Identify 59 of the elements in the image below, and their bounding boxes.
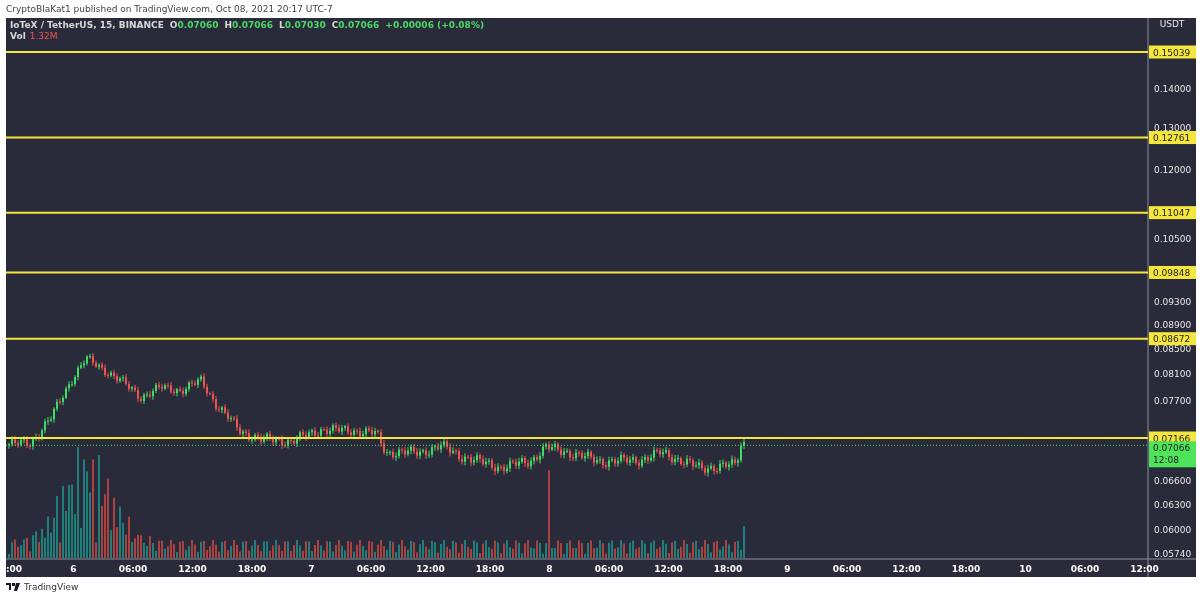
ohlc-value: 0.07030 <box>284 20 326 31</box>
publish-info: CryptoBlaKat1 published on TradingView.com, Oct 08, 2021 20:17 UTC-7 <box>5 3 334 16</box>
symbol-title: IoTeX / TetherUS, 15, BINANCE <box>10 20 164 31</box>
level-line[interactable] <box>6 136 1149 139</box>
time-tick: 06:00 <box>594 564 624 574</box>
time-tick: 12:00 <box>1130 564 1159 574</box>
ohlc-value: 0.07066 <box>232 20 273 31</box>
ohlc-label: H <box>224 20 232 31</box>
time-tick: 18:00 <box>237 564 267 574</box>
last-price-label: 0.07066 12:08 <box>1149 441 1196 468</box>
time-tick: 18:00 <box>951 564 981 574</box>
time-tick: :00 <box>6 564 23 574</box>
time-tick: 7 <box>308 564 315 574</box>
price-tick: 0.10500 <box>1154 234 1192 245</box>
ohlc-value: 0.07066 <box>338 20 380 31</box>
time-tick: 06:00 <box>832 564 862 574</box>
ohlc-label: L <box>279 20 285 31</box>
time-tick: 12:00 <box>178 564 207 574</box>
ohlc-label: C <box>331 20 339 31</box>
price-tick: 0.12000 <box>1154 164 1192 175</box>
price-tick: 0.13000 <box>1154 122 1192 133</box>
price-tick: 0.06000 <box>1154 525 1192 536</box>
time-tick: 18:00 <box>713 564 743 574</box>
level-price-label: 0.11047 <box>1149 206 1196 220</box>
volume-label: Vol <box>10 31 26 42</box>
time-tick: 12:00 <box>416 564 445 574</box>
level-price-label: 0.15039 <box>1149 45 1196 59</box>
price-tick: 0.08500 <box>1154 344 1192 355</box>
price-tick: 0.08100 <box>1154 369 1192 380</box>
time-tick: 06:00 <box>118 564 148 574</box>
price-change: +0.00006 (+0.08%) <box>385 20 485 31</box>
price-tick: 0.05740 <box>1154 548 1192 559</box>
level-line[interactable] <box>6 337 1149 340</box>
price-tick: 0.14000 <box>1154 84 1192 95</box>
time-tick: 8 <box>546 564 553 574</box>
time-tick: 6 <box>70 564 77 574</box>
time-tick: 10 <box>1019 564 1032 574</box>
price-tick: 0.09300 <box>1154 297 1192 308</box>
time-tick: 18:00 <box>475 564 505 574</box>
level-price-label: 0.12761 <box>1149 131 1196 145</box>
level-price-label: 0.09848 <box>1149 265 1196 279</box>
price-tick: 0.06300 <box>1154 500 1192 511</box>
time-tick: 12:00 <box>654 564 683 574</box>
time-tick: 12:00 <box>892 564 921 574</box>
level-line[interactable] <box>6 271 1149 274</box>
brand-name: TradingView <box>24 582 79 592</box>
ohlc-label: O <box>169 20 178 31</box>
time-tick: 9 <box>784 564 791 574</box>
time-tick: 06:00 <box>356 564 386 574</box>
level-line[interactable] <box>6 211 1149 214</box>
level-price-label: 0.08672 <box>1149 332 1196 346</box>
logo-icon <box>6 583 20 591</box>
volume-value: 1.32M <box>29 31 58 42</box>
currency-label: USDT <box>1159 19 1185 29</box>
ohlc-value: 0.07060 <box>177 20 219 31</box>
price-tick: 0.06600 <box>1154 475 1192 486</box>
price-tick: 0.08900 <box>1154 320 1192 331</box>
price-tick: 0.07700 <box>1154 395 1192 406</box>
time-tick: 06:00 <box>1070 564 1100 574</box>
